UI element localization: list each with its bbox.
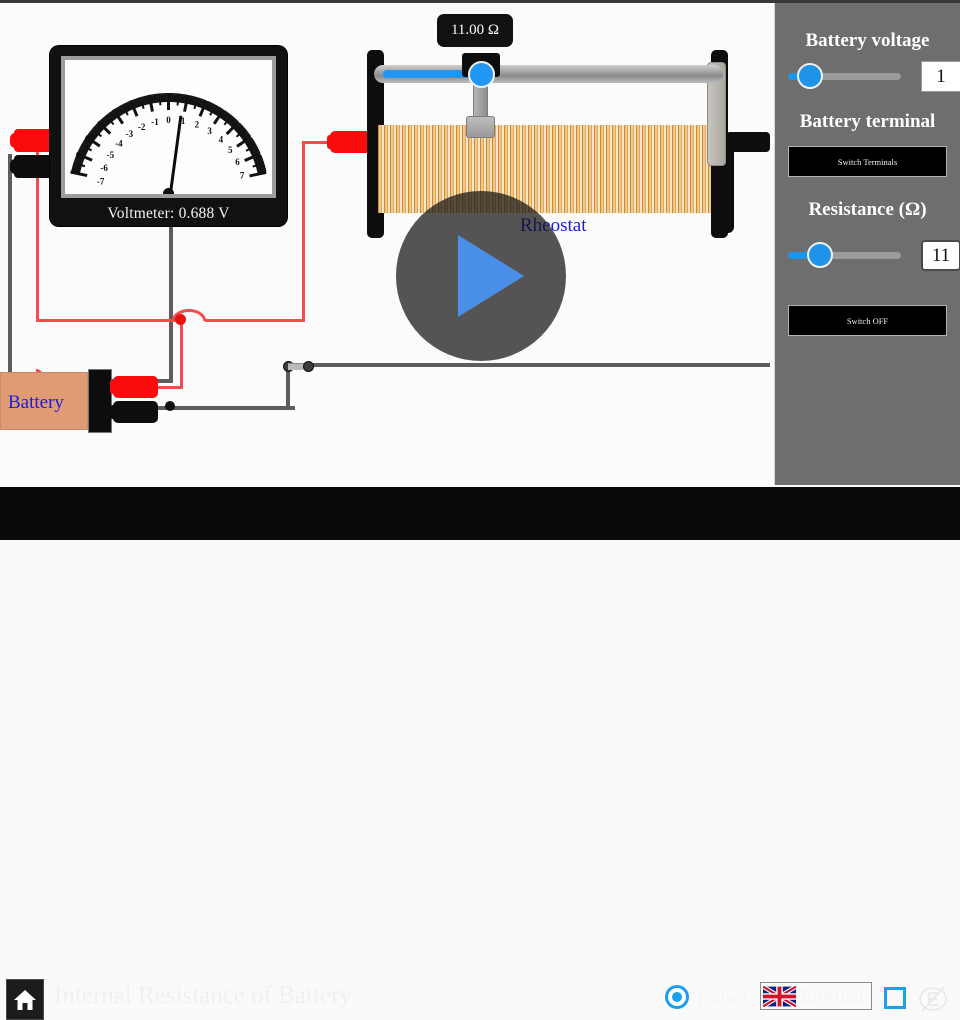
battery-terminal-heading: Battery terminal xyxy=(799,111,936,132)
rheostat-terminal-left[interactable] xyxy=(330,131,372,153)
wire-red-to-junction xyxy=(36,319,183,322)
fullscreen-button[interactable] xyxy=(884,987,906,1009)
wire-black-switch-to-rheostat xyxy=(310,363,770,367)
uk-flag-icon xyxy=(763,985,796,1007)
wire-black-switch-stem xyxy=(286,367,290,410)
rheostat-terminal-right[interactable] xyxy=(726,132,770,152)
wire-black-left-vertical xyxy=(8,154,12,383)
wire-black-battery-to-switch xyxy=(155,406,295,410)
switch-terminals-button[interactable]: Switch Terminals xyxy=(788,146,947,177)
wire-red-junction-down xyxy=(180,319,183,389)
switch-terminal-right[interactable] xyxy=(303,361,314,372)
resistance-slider-thumb[interactable] xyxy=(807,242,834,268)
voltmeter-face: -7 -6 -5 -4 -3 -2 -1 0 1 2 3 4 5 6 7 xyxy=(61,56,276,198)
voltmeter-terminal-positive-cap xyxy=(10,133,22,148)
battery-voltage-heading: Battery voltage xyxy=(805,30,930,51)
play-button[interactable] xyxy=(396,191,566,361)
battery-terminal-positive[interactable] xyxy=(113,376,158,398)
label-toggle-text[interactable]: Label xyxy=(697,984,747,1010)
rheostat-slider-foot xyxy=(466,116,495,138)
voltmeter-needle-hub xyxy=(163,187,174,194)
resistance-slider[interactable] xyxy=(788,242,901,268)
battery-voltage-value[interactable]: 1 xyxy=(921,61,960,92)
simulation-stage: -7 -6 -5 -4 -3 -2 -1 0 1 2 3 4 5 6 7 Voltmeter: 0.688 … xyxy=(0,3,775,485)
play-icon xyxy=(458,235,524,317)
rheostat-slider-knob[interactable] xyxy=(468,61,495,88)
control-panel: Battery voltage 1 Battery terminal Switc… xyxy=(775,3,960,485)
battery-cap xyxy=(88,369,112,433)
rheostat-coil xyxy=(378,125,718,213)
home-button[interactable] xyxy=(6,979,44,1020)
fullscreen-icon-br xyxy=(894,997,906,1009)
battery-terminal-negative[interactable] xyxy=(113,401,158,423)
resistance-value[interactable]: 11 xyxy=(921,240,960,271)
voltmeter-dial: -7 -6 -5 -4 -3 -2 -1 0 1 2 3 4 5 6 7 xyxy=(66,68,272,194)
junction-dot-black xyxy=(165,401,175,411)
logo-disabled-icon[interactable] xyxy=(917,984,949,1014)
app-root: -7 -6 -5 -4 -3 -2 -1 0 1 2 3 4 5 6 7 Voltmeter: 0.688 … xyxy=(0,0,960,1020)
home-icon xyxy=(14,989,36,1010)
voltmeter[interactable]: -7 -6 -5 -4 -3 -2 -1 0 1 2 3 4 5 6 7 Voltmeter: 0.688 … xyxy=(50,46,287,226)
bottom-bar: Internal Resistance of Battery Label Eng… xyxy=(0,487,960,1020)
junction-dot-red xyxy=(175,314,186,325)
wire-red-junction-right xyxy=(205,319,305,322)
wire-red-up-to-rheostat xyxy=(302,141,305,322)
label-toggle-radio[interactable] xyxy=(665,985,689,1009)
battery-voltage-slider[interactable] xyxy=(788,63,901,89)
resistance-control: 11 xyxy=(788,240,960,271)
voltmeter-terminal-negative-cap xyxy=(10,159,22,174)
language-selector[interactable]: English xyxy=(760,982,873,1010)
battery-voltage-slider-thumb[interactable] xyxy=(796,63,823,89)
voltmeter-reading-label: Voltmeter: 0.688 V xyxy=(107,205,230,222)
battery-voltage-control: 1 xyxy=(788,61,960,92)
language-text: English xyxy=(800,983,865,1008)
battery-label: Battery xyxy=(8,392,64,413)
rheostat-value-badge: 11.00 Ω xyxy=(437,14,513,47)
page-title: Internal Resistance of Battery xyxy=(54,982,352,1009)
switch-off-button[interactable]: Switch OFF xyxy=(788,305,947,336)
resistance-heading: Resistance (Ω) xyxy=(808,199,927,220)
wire-red-to-battery xyxy=(155,386,183,389)
